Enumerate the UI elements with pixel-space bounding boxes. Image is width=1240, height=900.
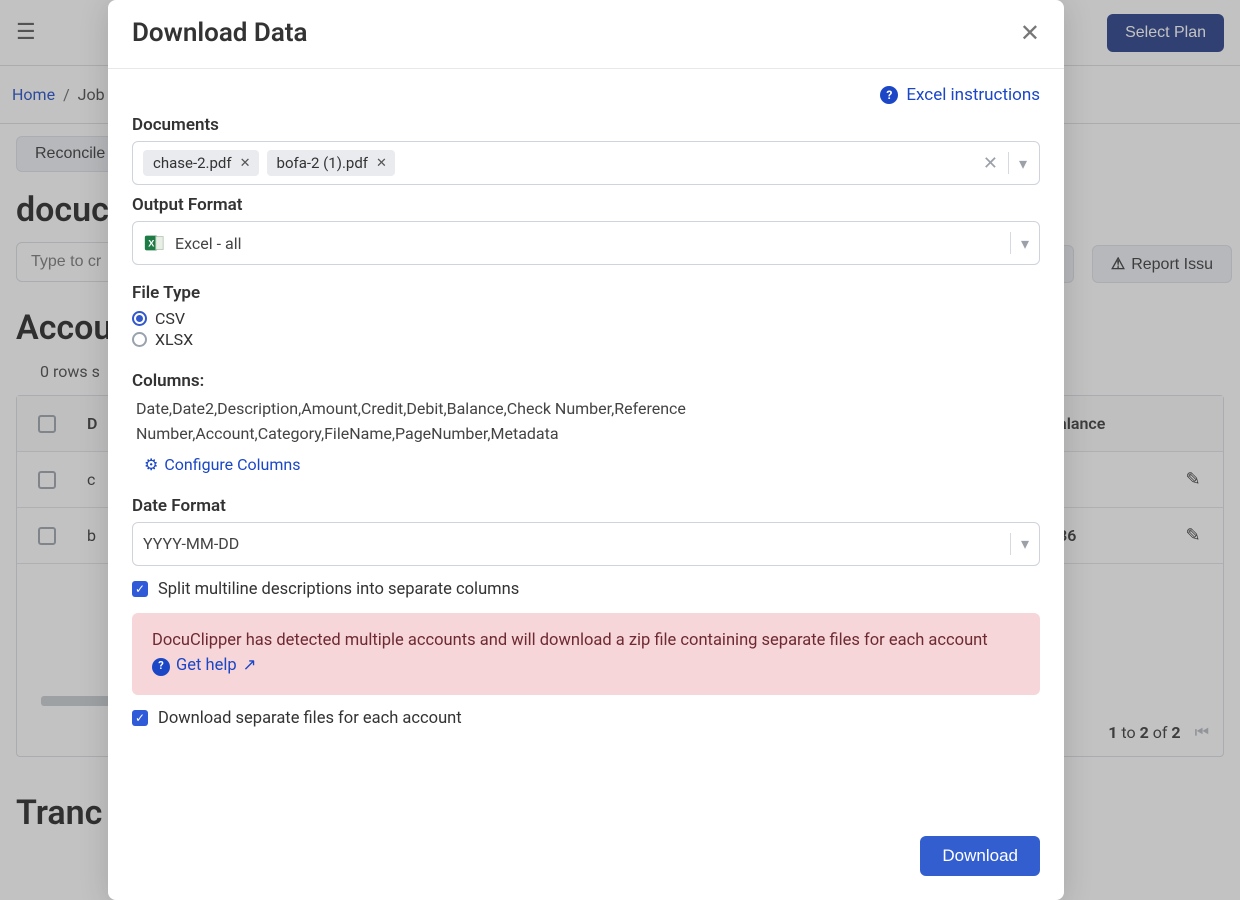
divider (1008, 152, 1009, 174)
columns-label: Columns: (132, 371, 1040, 391)
alert-text: DocuClipper has detected multiple accoun… (152, 631, 988, 650)
excel-instructions-label: Excel instructions (906, 85, 1040, 105)
documents-label: Documents (132, 115, 1040, 135)
output-format-value: Excel - all (175, 234, 241, 253)
file-type-csv-radio[interactable]: CSV (132, 309, 1040, 328)
date-format-select[interactable]: YYYY-MM-DD ▾ (132, 522, 1040, 566)
chip-remove-icon[interactable]: ✕ (376, 156, 387, 171)
clear-all-icon[interactable]: ✕ (983, 153, 998, 174)
get-help-link[interactable]: ? Get help ↗ (152, 654, 256, 679)
checkbox-icon: ✓ (132, 710, 148, 726)
output-format-select[interactable]: X Excel - all ▾ (132, 221, 1040, 265)
chevron-down-icon[interactable]: ▾ (1019, 154, 1027, 173)
file-type-xlsx-label: XLSX (155, 330, 193, 349)
gear-icon: ⚙ (144, 455, 158, 474)
excel-instructions-link[interactable]: ? Excel instructions (880, 85, 1040, 105)
excel-icon: X (143, 232, 165, 254)
output-format-label: Output Format (132, 195, 1040, 215)
checkbox-icon: ✓ (132, 581, 148, 597)
radio-icon (132, 311, 147, 326)
columns-text: Date,Date2,Description,Amount,Credit,Deb… (136, 397, 756, 447)
file-type-xlsx-radio[interactable]: XLSX (132, 330, 1040, 349)
document-chip: chase-2.pdf ✕ (143, 150, 259, 176)
help-icon: ? (880, 86, 898, 104)
split-multiline-label: Split multiline descriptions into separa… (158, 580, 519, 599)
get-help-label: Get help (176, 654, 237, 679)
multi-account-alert: DocuClipper has detected multiple accoun… (132, 613, 1040, 695)
document-chip: bofa-2 (1).pdf ✕ (267, 150, 395, 176)
radio-icon (132, 332, 147, 347)
chevron-down-icon[interactable]: ▾ (1021, 234, 1029, 253)
modal-title: Download Data (132, 18, 308, 48)
download-button[interactable]: Download (920, 836, 1040, 876)
separate-files-checkbox[interactable]: ✓ Download separate files for each accou… (132, 709, 1040, 728)
file-type-csv-label: CSV (155, 309, 185, 328)
date-format-label: Date Format (132, 496, 1040, 516)
documents-select[interactable]: chase-2.pdf ✕ bofa-2 (1).pdf ✕ ✕ ▾ (132, 141, 1040, 185)
close-icon[interactable]: ✕ (1020, 19, 1040, 48)
document-chip-label: bofa-2 (1).pdf (277, 154, 369, 172)
help-icon: ? (152, 658, 170, 676)
chevron-down-icon[interactable]: ▾ (1021, 534, 1029, 553)
svg-text:X: X (148, 239, 155, 249)
configure-columns-label: Configure Columns (164, 455, 300, 474)
external-link-icon: ↗ (243, 654, 257, 679)
file-type-label: File Type (132, 283, 1040, 303)
split-multiline-checkbox[interactable]: ✓ Split multiline descriptions into sepa… (132, 580, 1040, 599)
separate-files-label: Download separate files for each account (158, 709, 462, 728)
divider (1010, 232, 1011, 254)
chip-remove-icon[interactable]: ✕ (240, 156, 251, 171)
configure-columns-link[interactable]: ⚙ Configure Columns (144, 455, 301, 474)
document-chip-label: chase-2.pdf (153, 154, 232, 172)
date-format-value: YYYY-MM-DD (143, 534, 239, 553)
download-data-modal: Download Data ✕ ? Excel instructions Doc… (108, 0, 1064, 900)
divider (1010, 533, 1011, 555)
